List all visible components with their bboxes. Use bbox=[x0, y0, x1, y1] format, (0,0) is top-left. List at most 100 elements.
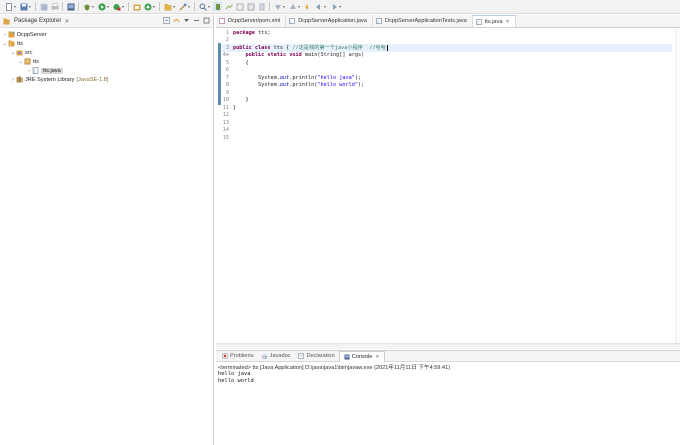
code-string: "hello java" bbox=[317, 74, 355, 81]
tab-declaration[interactable]: Declaration bbox=[294, 351, 338, 362]
minimize-icon[interactable] bbox=[193, 17, 200, 24]
previous-annotation-icon[interactable] bbox=[288, 2, 297, 11]
debug-dropdown-icon[interactable]: ▾ bbox=[92, 4, 96, 9]
line-number: 13 bbox=[222, 119, 229, 126]
code-text: ); bbox=[354, 74, 362, 81]
new-dropdown-icon[interactable]: ▾ bbox=[14, 4, 18, 9]
overview-ruler[interactable] bbox=[675, 29, 680, 344]
maximize-icon[interactable] bbox=[203, 17, 210, 24]
tab-javadoc[interactable]: @ Javadoc bbox=[258, 351, 295, 362]
back-icon[interactable] bbox=[314, 2, 323, 11]
code-line: 10 } bbox=[222, 97, 672, 105]
tab-pom-xml[interactable]: DcppServer/pom.xml bbox=[216, 15, 287, 27]
tab-label: tts.java bbox=[484, 18, 503, 25]
console-view[interactable]: <terminated> tts [Java Application] D:\j… bbox=[216, 362, 680, 445]
line-number: 14 bbox=[222, 127, 229, 134]
run-icon[interactable] bbox=[97, 2, 106, 11]
search-icon[interactable] bbox=[198, 2, 207, 11]
new-java-project-icon[interactable] bbox=[132, 2, 141, 11]
tree-item-tts-package[interactable]: ⌄ tts bbox=[0, 57, 213, 66]
open-type-dropdown-icon[interactable]: ▾ bbox=[188, 4, 192, 9]
block-selection-icon[interactable] bbox=[246, 2, 255, 11]
svg-text:@: @ bbox=[262, 355, 268, 360]
tree-item-label: tts.java bbox=[41, 67, 63, 74]
jre-version-label: [JavaSE-1.8] bbox=[76, 76, 109, 83]
new-package-dropdown-icon[interactable]: ▾ bbox=[153, 4, 157, 9]
tab-console[interactable]: Console ✕ bbox=[338, 350, 385, 362]
link-with-editor-icon[interactable] bbox=[173, 17, 180, 24]
code-text: .println( bbox=[289, 82, 318, 89]
tree-item-label: src bbox=[25, 49, 33, 56]
new-package-icon[interactable] bbox=[143, 2, 152, 11]
console-output-line: hello java bbox=[218, 371, 251, 377]
new-class-dropdown-icon[interactable]: ▾ bbox=[173, 4, 177, 9]
javadoc-icon: @ bbox=[262, 353, 268, 361]
code-text: main(String[] args) bbox=[301, 52, 365, 59]
package-explorer-title[interactable]: Package Explorer bbox=[14, 18, 61, 24]
debug-icon[interactable] bbox=[82, 2, 91, 11]
tree-item-src[interactable]: ⌄ src bbox=[0, 48, 213, 57]
collapse-all-icon[interactable] bbox=[163, 17, 170, 24]
tree-item-tts-project[interactable]: ⌄ J tts bbox=[0, 39, 213, 48]
external-tools-icon[interactable] bbox=[112, 2, 121, 11]
tree-item-dcppserver[interactable]: › DcppServer bbox=[0, 30, 213, 39]
next-annotation-icon[interactable] bbox=[273, 2, 282, 11]
editor-horizontal-scrollbar[interactable] bbox=[216, 343, 680, 349]
code-text: tts; bbox=[254, 29, 271, 36]
code-string: "hello world" bbox=[317, 82, 358, 89]
package-explorer-close-icon[interactable]: ✕ bbox=[64, 18, 69, 25]
view-menu-icon[interactable] bbox=[183, 17, 190, 24]
next-annotation-dropdown-icon[interactable]: ▾ bbox=[283, 4, 287, 9]
library-icon bbox=[16, 76, 23, 83]
forward-icon[interactable] bbox=[329, 2, 338, 11]
pin-icon[interactable] bbox=[257, 2, 266, 11]
tab-dcppserverapplication[interactable]: J DcppServerApplication.java bbox=[286, 15, 373, 27]
code-comment: //这是我的第一个java小程序 //哈哈 bbox=[292, 45, 386, 52]
text-cursor bbox=[386, 44, 388, 51]
external-tools-dropdown-icon[interactable]: ▾ bbox=[122, 4, 126, 9]
toggle-breadcrumb-icon[interactable] bbox=[224, 2, 233, 11]
toolbar-separator bbox=[62, 2, 63, 11]
code-keyword: public bbox=[245, 52, 265, 59]
save-icon[interactable] bbox=[19, 2, 28, 11]
tab-tts-java[interactable]: J tts.java ✕ bbox=[472, 15, 516, 27]
java-file-icon: J bbox=[32, 67, 39, 74]
toolbar-separator bbox=[128, 2, 129, 11]
code-line: 5 { bbox=[222, 59, 672, 67]
save-all-icon[interactable] bbox=[39, 2, 48, 11]
new-icon[interactable] bbox=[4, 2, 13, 11]
open-type-icon[interactable] bbox=[178, 2, 187, 11]
forward-dropdown-icon[interactable]: ▾ bbox=[339, 4, 343, 9]
tree-item-jre[interactable]: › JRE System Library [JavaSE-1.8] bbox=[0, 75, 213, 84]
terminal-icon[interactable] bbox=[66, 2, 75, 11]
xml-file-icon bbox=[219, 18, 225, 24]
project-folder-icon bbox=[8, 31, 15, 38]
save-dropdown-icon[interactable]: ▾ bbox=[29, 4, 33, 9]
new-class-icon[interactable] bbox=[163, 2, 172, 11]
tab-close-icon[interactable]: ✕ bbox=[375, 354, 379, 360]
show-whitespace-icon[interactable] bbox=[235, 2, 244, 11]
quick-diff-bar bbox=[218, 43, 221, 105]
tab-problems[interactable]: Problems bbox=[218, 351, 258, 362]
print-icon[interactable] bbox=[50, 2, 59, 11]
back-dropdown-icon[interactable]: ▾ bbox=[324, 4, 328, 9]
code-area[interactable]: 1 package tts; 2 3 public class tts { //这是… bbox=[222, 29, 672, 142]
line-number: 11 bbox=[222, 104, 229, 111]
line-number: 2 bbox=[225, 37, 229, 44]
tab-label: DcppServer/pom.xml bbox=[228, 18, 281, 24]
toggle-mark-icon[interactable] bbox=[213, 2, 222, 11]
search-dropdown-icon[interactable]: ▾ bbox=[208, 4, 212, 9]
previous-annotation-dropdown-icon[interactable]: ▾ bbox=[298, 4, 302, 9]
tree-item-tts-java[interactable]: › J tts.java bbox=[0, 66, 213, 75]
last-edit-icon[interactable] bbox=[303, 2, 312, 11]
tab-dcppserverapplicationtests[interactable]: J DcppServerApplicationTests.java bbox=[373, 15, 473, 27]
run-dropdown-icon[interactable]: ▾ bbox=[107, 4, 111, 9]
code-editor[interactable]: 1 package tts; 2 3 public class tts { //这是… bbox=[216, 29, 680, 344]
tree-item-label: tts bbox=[17, 40, 23, 47]
toolbar-separator bbox=[35, 2, 36, 11]
project-tree: › DcppServer ⌄ J tts ⌄ src ⌄ tts › J tts… bbox=[0, 28, 213, 84]
tab-label: Problems bbox=[230, 353, 254, 359]
tab-close-icon[interactable]: ✕ bbox=[505, 19, 509, 25]
code-keyword: class bbox=[254, 44, 271, 51]
code-keyword: package bbox=[233, 29, 255, 36]
